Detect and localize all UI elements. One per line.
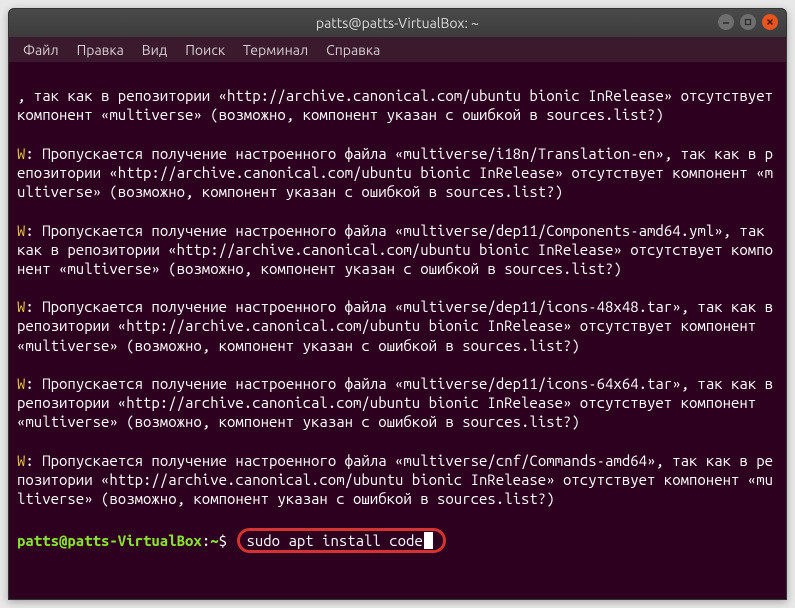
terminal-output[interactable]: , так как в репозитории «http://archive.… (9, 63, 786, 599)
prompt-dollar: $ (219, 531, 236, 550)
command-input[interactable]: sudo apt install code (246, 531, 422, 550)
output-line: W: Пропускается получение настроенного ф… (17, 297, 778, 355)
prompt-line[interactable]: patts@patts-VirtualBox:~$ sudo apt insta… (17, 528, 778, 553)
titlebar[interactable]: patts@patts-VirtualBox: ~ (9, 9, 786, 37)
menu-edit[interactable]: Правка (69, 40, 132, 60)
prompt-user-host: patts@patts-VirtualBox (17, 531, 202, 550)
menu-search[interactable]: Поиск (177, 40, 233, 60)
menu-file[interactable]: Файл (15, 40, 67, 60)
minimize-button[interactable] (718, 14, 734, 30)
close-button[interactable] (762, 14, 778, 30)
menubar: Файл Правка Вид Поиск Терминал Справка (9, 37, 786, 63)
prompt-path: ~ (210, 531, 218, 550)
terminal-window: patts@patts-VirtualBox: ~ Файл Правка Ви… (8, 8, 787, 600)
output-line: W: Пропускается получение настроенного ф… (17, 144, 778, 202)
output-line: , так как в репозитории «http://archive.… (17, 86, 778, 124)
menu-view[interactable]: Вид (134, 40, 175, 60)
output-line: W: Пропускается получение настроенного ф… (17, 451, 778, 509)
output-line: W: Пропускается получение настроенного ф… (17, 221, 778, 279)
window-title: patts@patts-VirtualBox: ~ (316, 15, 479, 31)
maximize-button[interactable] (740, 14, 756, 30)
output-line: W: Пропускается получение настроенного ф… (17, 374, 778, 432)
window-controls (718, 14, 778, 30)
prompt-sep: : (202, 531, 210, 550)
menu-terminal[interactable]: Терминал (235, 40, 316, 60)
command-highlight: sudo apt install code (237, 528, 445, 553)
cursor-icon (424, 532, 433, 549)
menu-help[interactable]: Справка (318, 40, 388, 60)
